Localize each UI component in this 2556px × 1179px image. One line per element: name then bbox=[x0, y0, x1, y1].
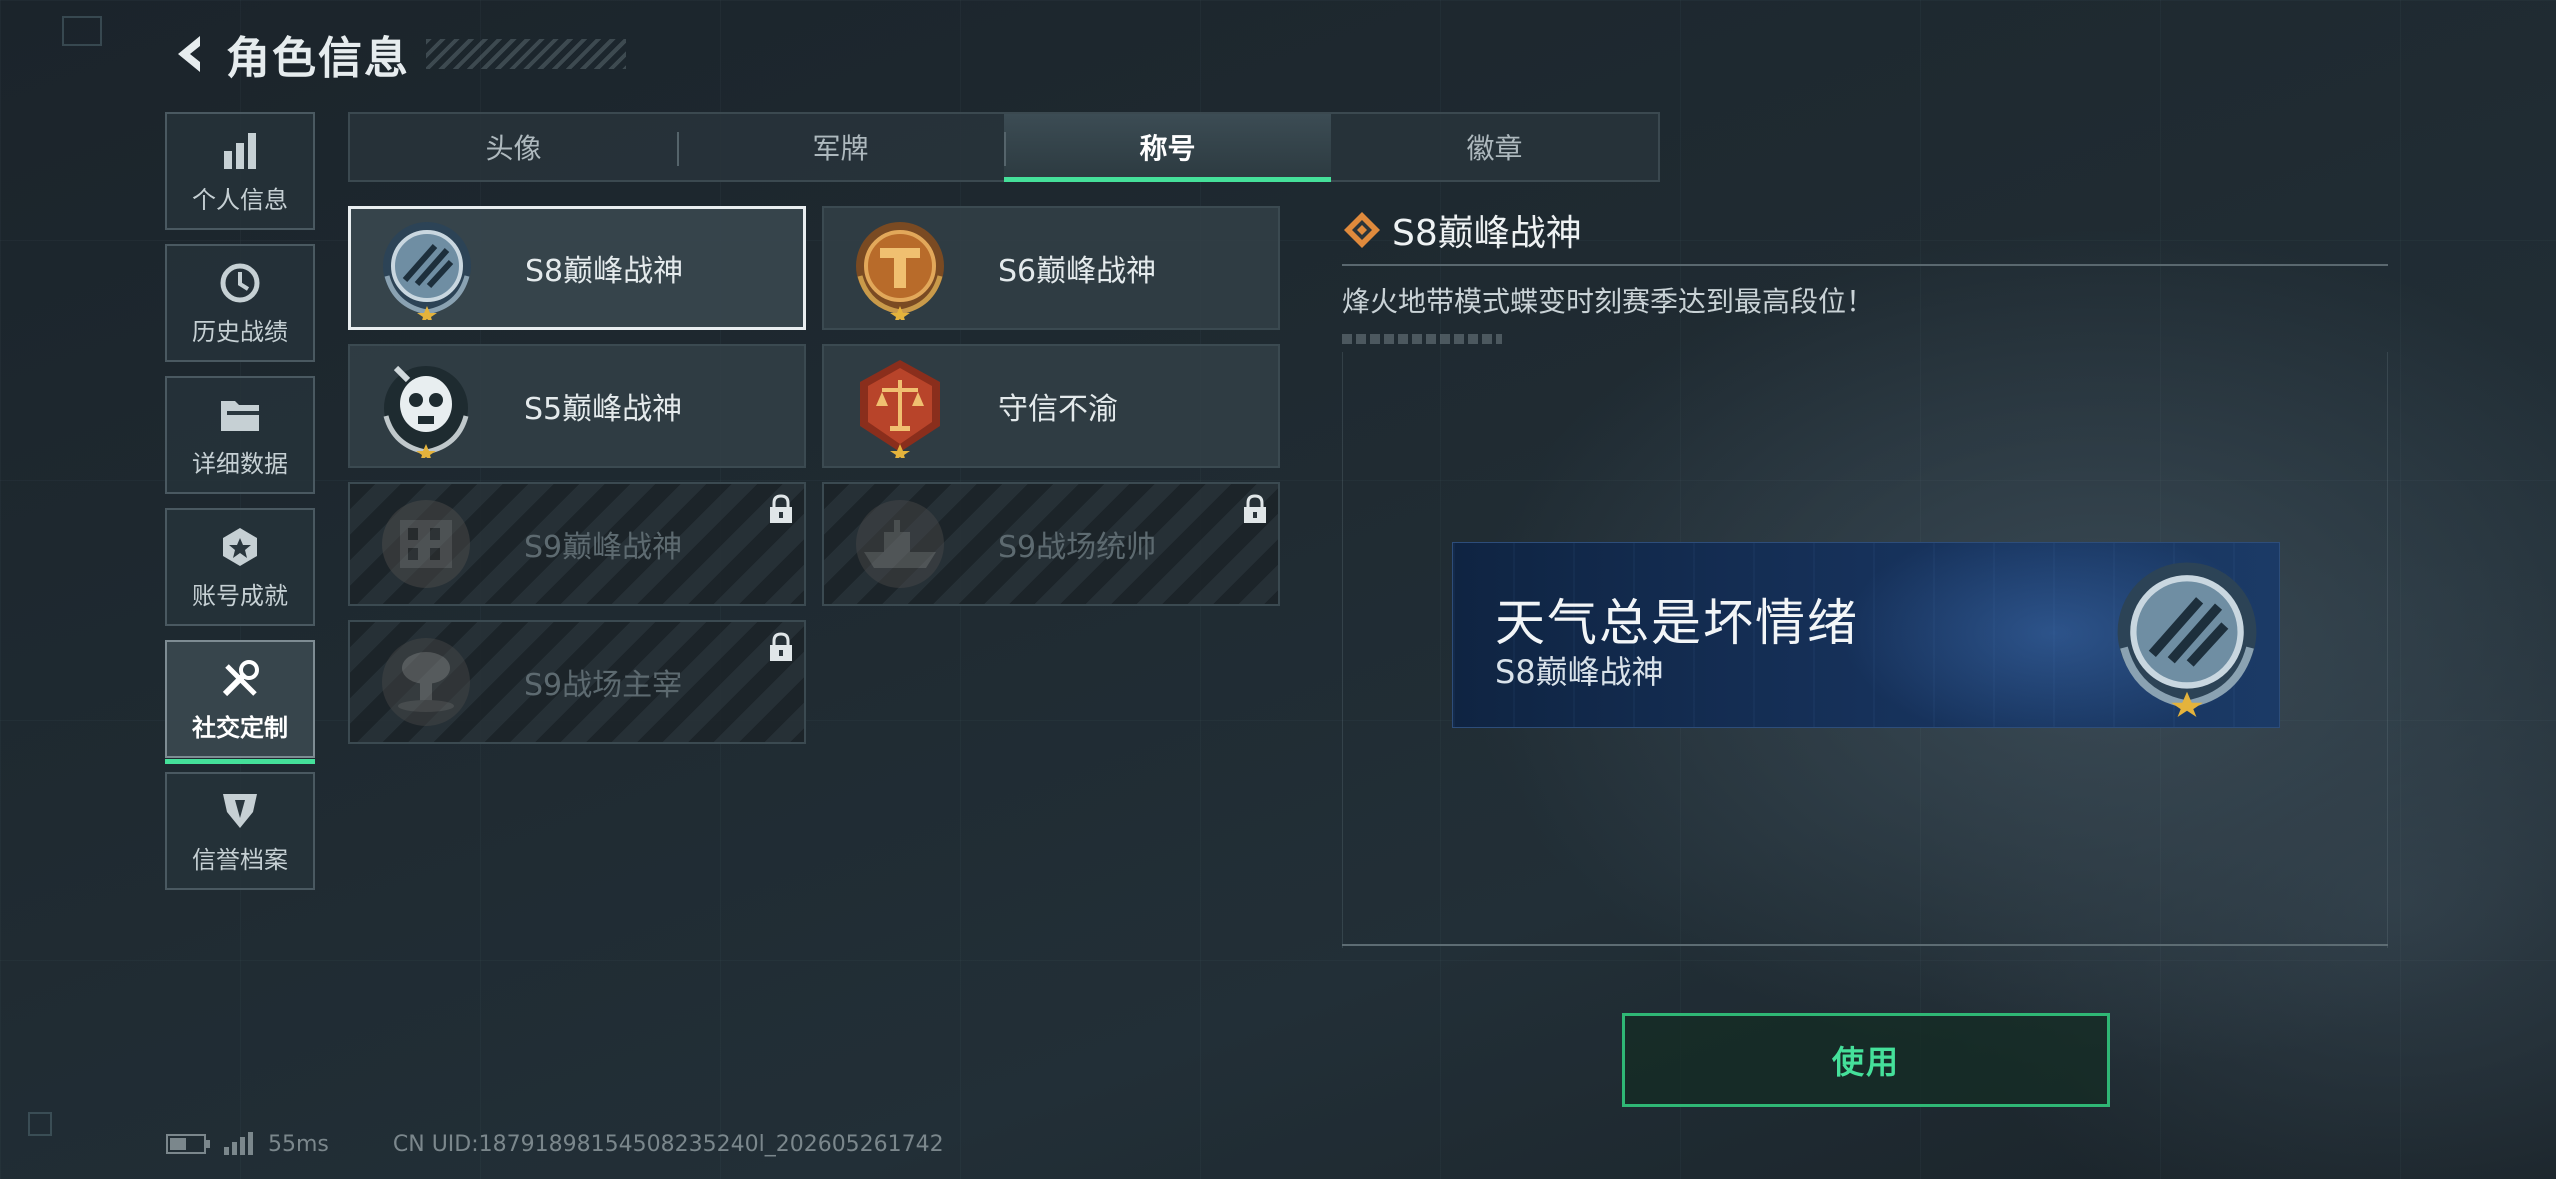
name-card-preview: 天气总是坏情绪 S8巅峰战神 bbox=[1452, 542, 2280, 728]
title-detail-panel: S8巅峰战神 烽火地带模式蝶变时刻赛季达到最高段位！ bbox=[1342, 200, 2388, 344]
tab-badge[interactable]: 徽章 bbox=[1331, 114, 1658, 180]
nav-label: 账号成就 bbox=[192, 581, 288, 610]
banner-player-title: S8巅峰战神 bbox=[1495, 653, 1664, 691]
side-nav: 个人信息 历史战绩 详细数据 账号成就 社交定制 信誉档案 bbox=[165, 112, 317, 904]
title-card-s9-peak[interactable]: S9巅峰战神 bbox=[348, 482, 806, 606]
title-card-name: S6巅峰战神 bbox=[998, 254, 1157, 289]
user-uid: CN UID:18791898154508235240l_20260526174… bbox=[392, 1131, 944, 1157]
title-card-s8-peak[interactable]: S8巅峰战神 bbox=[348, 206, 806, 330]
lock-icon bbox=[770, 494, 792, 523]
corner-decoration bbox=[28, 1112, 52, 1136]
detail-title: S8巅峰战神 bbox=[1392, 213, 1582, 254]
use-button-label: 使用 bbox=[1831, 1043, 1900, 1081]
ping-value: 55ms bbox=[268, 1131, 329, 1157]
back-arrow-icon bbox=[178, 36, 200, 72]
tab-title[interactable]: 称号 bbox=[1004, 114, 1331, 182]
title-card-name: S5巅峰战神 bbox=[524, 392, 683, 427]
folder-icon bbox=[219, 392, 261, 438]
title-card-s9-commander[interactable]: S9战场统帅 bbox=[822, 482, 1280, 606]
tab-dog-tag[interactable]: 军牌 bbox=[677, 114, 1004, 180]
title-card-s9-dominator[interactable]: S9战场主宰 bbox=[348, 620, 806, 744]
back-button[interactable] bbox=[166, 24, 214, 84]
tools-icon bbox=[219, 656, 261, 702]
scales-emblem-icon bbox=[848, 354, 952, 458]
detail-description: 烽火地带模式蝶变时刻赛季达到最高段位！ bbox=[1342, 285, 1875, 318]
nav-item-achievements[interactable]: 账号成就 bbox=[165, 508, 315, 626]
use-button[interactable]: 使用 bbox=[1622, 1013, 2110, 1107]
nav-item-personal-info[interactable]: 个人信息 bbox=[165, 112, 315, 230]
detail-divider bbox=[1342, 264, 2388, 266]
shield-emblem-icon bbox=[219, 788, 261, 834]
title-card-name: S9战场统帅 bbox=[998, 530, 1157, 565]
nav-label: 社交定制 bbox=[192, 713, 288, 742]
page-header: 角色信息 bbox=[166, 24, 626, 84]
title-card-keep-faith[interactable]: 守信不渝 bbox=[822, 344, 1280, 468]
title-card-name: S8巅峰战神 bbox=[525, 254, 684, 289]
title-card-name: S9巅峰战神 bbox=[524, 530, 683, 565]
banner-player-name: 天气总是坏情绪 bbox=[1495, 594, 1859, 652]
title-card-s6-peak[interactable]: S6巅峰战神 bbox=[822, 206, 1280, 330]
s8-laurel-emblem-icon bbox=[375, 216, 479, 320]
nav-label: 信誉档案 bbox=[192, 845, 288, 874]
detail-sub-decoration bbox=[1342, 334, 1502, 344]
nav-label: 个人信息 bbox=[192, 185, 288, 214]
battery-icon bbox=[166, 1134, 210, 1154]
tab-avatar[interactable]: 头像 bbox=[350, 114, 677, 180]
title-card-name: 守信不渝 bbox=[998, 392, 1118, 427]
nav-label: 历史战绩 bbox=[192, 317, 288, 346]
title-card-name: S9战场主宰 bbox=[524, 668, 683, 703]
lock-icon bbox=[770, 632, 792, 661]
category-tabs: 头像 军牌 称号 徽章 bbox=[348, 112, 1660, 182]
corner-decoration bbox=[62, 16, 102, 46]
nav-item-history[interactable]: 历史战绩 bbox=[165, 244, 315, 362]
history-clock-icon bbox=[219, 260, 261, 306]
s9-explosion-emblem-icon bbox=[374, 630, 478, 734]
signal-icon bbox=[224, 1132, 253, 1155]
nav-label: 详细数据 bbox=[192, 449, 288, 478]
status-bar: 55ms CN UID:18791898154508235240l_202605… bbox=[166, 1128, 944, 1160]
diamond-marker-icon bbox=[1344, 212, 1380, 248]
nav-item-social-custom[interactable]: 社交定制 bbox=[165, 640, 315, 764]
s5-skull-emblem-icon bbox=[374, 354, 478, 458]
preview-divider bbox=[1342, 944, 2388, 946]
detail-header: S8巅峰战神 bbox=[1342, 200, 2388, 260]
s8-laurel-emblem-icon bbox=[2117, 562, 2257, 717]
s9-ship-emblem-icon bbox=[848, 492, 952, 596]
lock-icon bbox=[1244, 494, 1266, 523]
bar-chart-icon bbox=[220, 128, 260, 174]
title-card-s5-peak[interactable]: S5巅峰战神 bbox=[348, 344, 806, 468]
page-title: 角色信息 bbox=[226, 33, 410, 84]
achievement-icon bbox=[219, 524, 261, 570]
title-decoration bbox=[426, 39, 626, 69]
s6-gold-emblem-icon bbox=[848, 216, 952, 320]
s9-building-emblem-icon bbox=[374, 492, 478, 596]
nav-item-reputation[interactable]: 信誉档案 bbox=[165, 772, 315, 890]
nav-item-detailed-data[interactable]: 详细数据 bbox=[165, 376, 315, 494]
